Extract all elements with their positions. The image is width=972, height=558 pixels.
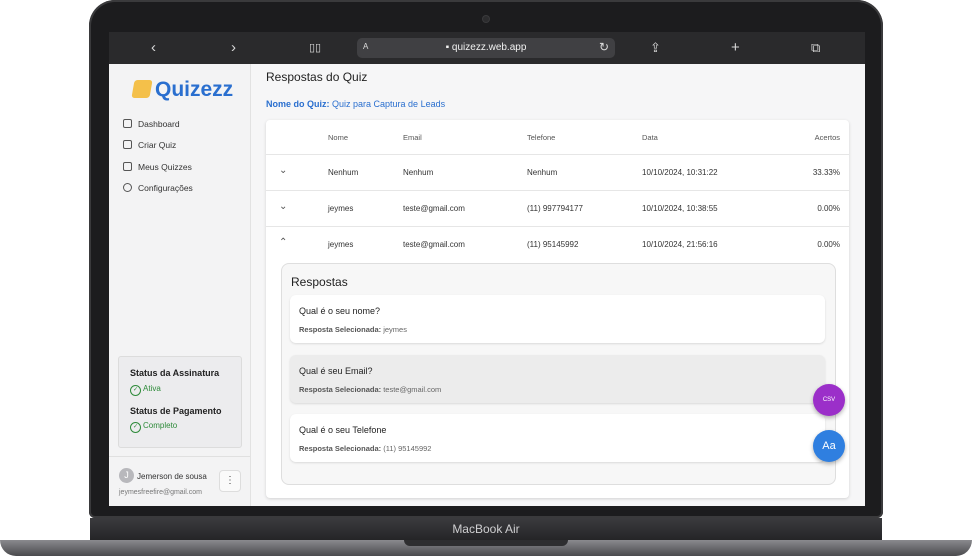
column-header-email[interactable]: Email (403, 133, 422, 142)
answer-label: Resposta Selecionada: (299, 325, 382, 334)
sidebar-item-criar-quiz[interactable]: Criar Quiz (123, 140, 176, 150)
model-label: MacBook Air (452, 522, 520, 536)
column-header-acertos[interactable]: Acertos (815, 133, 840, 142)
cell-telefone: (11) 95145992 (527, 240, 579, 249)
pencil-icon (131, 80, 153, 98)
user-name: Jemerson de sousa (137, 472, 207, 481)
status-card: Status da Assinatura Ativa Status de Pag… (118, 356, 242, 448)
reload-icon[interactable]: ↻ (599, 40, 609, 54)
table-row[interactable]: ⌄ Nenhum Nenhum Nenhum 10/10/2024, 10:31… (266, 154, 849, 191)
list-icon (123, 162, 132, 171)
cell-acertos: 0.00% (817, 204, 840, 213)
tabs-icon[interactable]: ⧉ (811, 39, 820, 57)
cell-data: 10/10/2024, 21:56:16 (642, 240, 718, 249)
sidebar-item-dashboard[interactable]: Dashboard (123, 119, 180, 129)
sidebar-item-label: Dashboard (138, 119, 180, 129)
chevron-down-icon[interactable]: ⌄ (279, 165, 287, 176)
screen: ‹ › ▯▯ A ▪ quizezz.web.app ↻ ⇪ + ⧉ Quize… (109, 32, 865, 506)
answer-card: Qual é o seu Telefone Resposta Seleciona… (290, 414, 825, 462)
cell-nome: jeymes (328, 240, 354, 249)
home-icon (123, 119, 132, 128)
answer-card: Qual é seu Email? Resposta Selecionada: … (290, 355, 825, 403)
browser-toolbar: ‹ › ▯▯ A ▪ quizezz.web.app ↻ ⇪ + ⧉ (109, 32, 865, 64)
cell-nome: jeymes (328, 204, 354, 213)
cell-nome: Nenhum (328, 168, 359, 177)
cell-data: 10/10/2024, 10:38:55 (642, 204, 718, 213)
column-header-data[interactable]: Data (642, 133, 658, 142)
sidebar-item-label: Criar Quiz (138, 140, 177, 150)
cell-acertos: 33.33% (812, 168, 840, 177)
bookmarks-icon[interactable]: ▯▯ (309, 39, 321, 57)
cell-email: Nenhum (403, 168, 434, 177)
cell-acertos: 0.00% (817, 240, 840, 249)
share-icon[interactable]: ⇪ (650, 39, 661, 57)
sidebar-item-label: Configurações (138, 183, 193, 193)
gear-icon (123, 183, 132, 192)
subscription-status: Ativa (130, 384, 161, 396)
payment-title: Status de Pagamento (130, 406, 222, 416)
answer-label: Resposta Selecionada: (299, 385, 382, 394)
question-text: Qual é o seu nome? (299, 306, 381, 316)
question-text: Qual é o seu Telefone (299, 425, 387, 435)
new-tab-icon[interactable]: + (731, 39, 740, 57)
url-value: quizezz.web.app (451, 42, 527, 53)
edit-icon (123, 140, 132, 149)
sidebar-item-meus-quizzes[interactable]: Meus Quizzes (123, 162, 192, 172)
back-icon[interactable]: ‹ (151, 39, 156, 57)
export-csv-button[interactable]: CSV (813, 384, 845, 416)
cell-email: teste@gmail.com (403, 240, 465, 249)
camera (483, 16, 489, 22)
sidebar: Quizezz Dashboard Criar Quiz Meus Quizze… (109, 64, 251, 506)
cell-telefone: (11) 997794177 (527, 204, 583, 213)
answer-value: jeymes (383, 325, 407, 334)
answer-label: Resposta Selecionada: (299, 444, 382, 453)
sidebar-item-configuracoes[interactable]: Configurações (123, 183, 193, 193)
avatar[interactable]: J (119, 468, 134, 483)
font-size-button[interactable]: Aa (813, 430, 845, 462)
logo[interactable]: Quizezz (131, 78, 234, 102)
user-menu-button[interactable]: ⋮ (219, 470, 241, 492)
quiz-name: Nome do Quiz: Quiz para Captura de Leads (266, 99, 445, 109)
responses-table: Nome Email Telefone Data Acertos ⌄ Nenhu… (266, 120, 849, 498)
cell-telefone: Nenhum (527, 168, 558, 177)
quiz-name-label: Nome do Quiz: (266, 99, 330, 109)
answer-text: Resposta Selecionada: teste@gmail.com (299, 385, 441, 394)
answer-value: teste@gmail.com (383, 385, 442, 394)
answer-value: (11) 95145992 (383, 444, 432, 453)
user-panel: J Jemerson de sousa jeymesfreefire@gmail… (109, 456, 250, 506)
column-header-telefone[interactable]: Telefone (527, 133, 555, 142)
address-bar[interactable]: A ▪ quizezz.web.app ↻ (357, 38, 615, 58)
laptop-notch (404, 540, 568, 546)
table-row[interactable]: ⌃ jeymes teste@gmail.com (11) 95145992 1… (266, 226, 849, 263)
page-title: Respostas do Quiz (266, 70, 368, 84)
csv-file-icon: CSV (822, 397, 836, 403)
sidebar-item-label: Meus Quizzes (138, 162, 192, 172)
app: Quizezz Dashboard Criar Quiz Meus Quizze… (109, 64, 865, 506)
lock-icon: ▪ (445, 42, 450, 53)
font-icon: Aa (822, 440, 836, 452)
user-email: jeymesfreefire@gmail.com (119, 489, 202, 496)
quiz-name-value: Quiz para Captura de Leads (332, 99, 446, 109)
answer-text: Resposta Selecionada: jeymes (299, 325, 407, 334)
forward-icon[interactable]: › (231, 39, 236, 57)
chevron-up-icon[interactable]: ⌃ (279, 237, 287, 248)
chevron-down-icon[interactable]: ⌄ (279, 201, 287, 212)
column-header-nome[interactable]: Nome (328, 133, 348, 142)
table-row[interactable]: ⌄ jeymes teste@gmail.com (11) 997794177 … (266, 190, 849, 227)
answers-title: Respostas (291, 275, 348, 289)
answer-text: Resposta Selecionada: (11) 95145992 (299, 444, 431, 453)
main-content: Respostas do Quiz Nome do Quiz: Quiz par… (250, 64, 865, 506)
payment-status: Completo (130, 421, 177, 433)
answers-panel: Respostas Qual é o seu nome? Resposta Se… (281, 263, 836, 485)
url-text: ▪ quizezz.web.app (357, 42, 615, 53)
subscription-title: Status da Assinatura (130, 368, 220, 378)
cell-data: 10/10/2024, 10:31:22 (642, 168, 718, 177)
logo-text: Quizezz (155, 78, 234, 101)
answer-card: Qual é o seu nome? Resposta Selecionada:… (290, 295, 825, 343)
cell-email: teste@gmail.com (403, 204, 465, 213)
question-text: Qual é seu Email? (299, 366, 373, 376)
